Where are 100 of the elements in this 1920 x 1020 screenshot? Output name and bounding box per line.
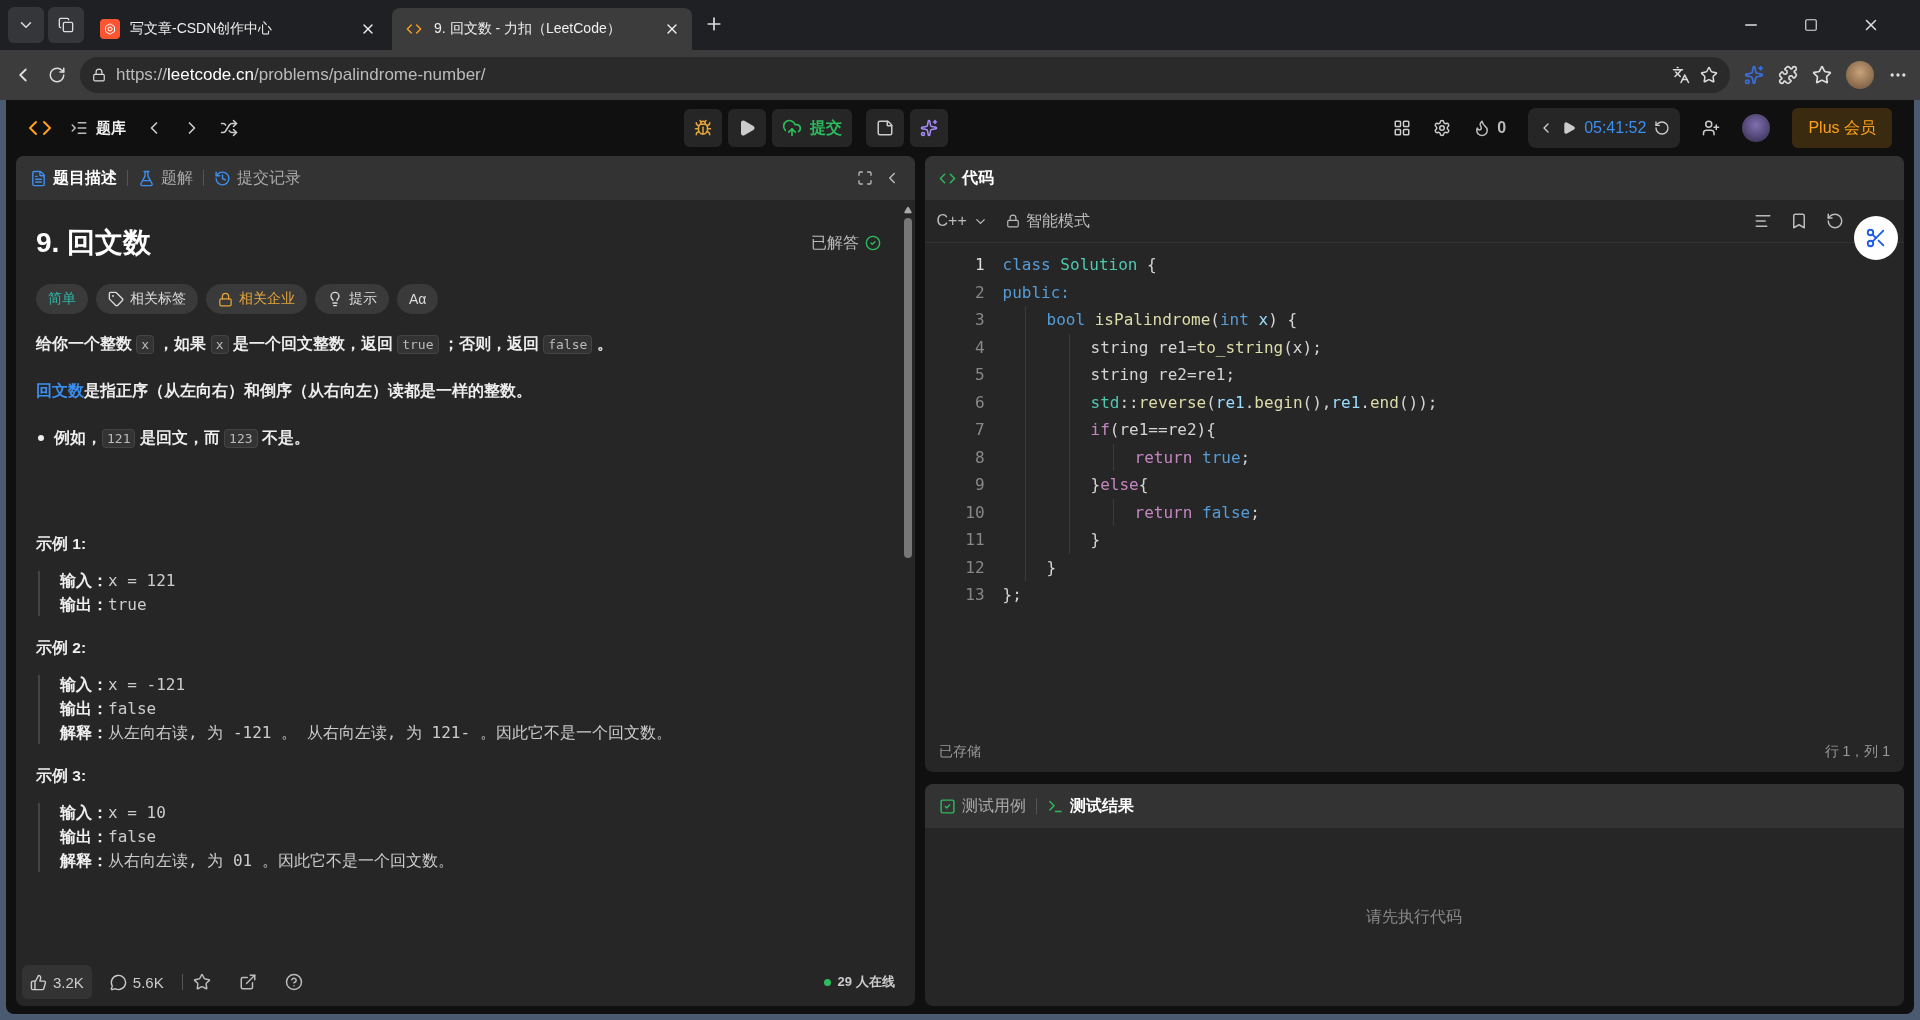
favorites-icon[interactable] [1812,65,1832,85]
layout-icon[interactable] [1393,119,1412,137]
line-number: 7 [974,419,985,441]
language-select[interactable]: C++ [936,212,988,230]
browser-tab[interactable]: 写文章-CSDN创作中心 [88,8,388,50]
profile-avatar[interactable] [1846,61,1874,89]
thumbs-up-icon [30,973,47,991]
line-number: 11 [965,529,985,551]
reload-icon[interactable] [48,66,66,84]
sparkles-icon [919,119,938,137]
panel-tab[interactable]: 测试用例 [938,795,1026,817]
example-line: 输出：true [60,595,148,617]
read-aloud-icon[interactable] [1672,66,1690,84]
checkbox-icon [938,797,956,815]
line-number: 13 [965,584,985,606]
example-title: 示例 3: [36,766,88,787]
streak-count: 0 [1497,119,1507,137]
tag-chip[interactable]: 相关标签 [96,284,198,314]
bookmark-icon[interactable] [1790,212,1808,230]
code-line: public: [1002,281,1071,304]
line-number: 8 [974,446,985,469]
panel-tab[interactable]: 测试结果 [1046,795,1134,817]
panel-tab[interactable]: 题解 [138,167,193,189]
play-icon[interactable] [1562,121,1577,135]
favorite-icon[interactable] [192,973,211,991]
empty-message: 请先执行代码 [1366,906,1463,927]
line-number: 2 [974,281,985,304]
code-line: class Solution { [1002,254,1158,276]
format-icon[interactable] [1754,212,1772,230]
example-line: 输入：x = 121 [60,571,177,593]
mode-label[interactable]: 智能模式 [1025,210,1090,232]
reset-icon[interactable] [1654,120,1671,136]
workspaces-button[interactable] [48,7,84,43]
code-line: string re2=re1; [1090,364,1237,386]
code-line: std::reverse(re1.begin(),re1.end()); [1090,391,1439,414]
code-line: }; [1002,584,1023,606]
online-dot-icon [824,978,832,986]
line-number: 3 [974,309,985,331]
add-user-icon[interactable] [1702,119,1721,137]
list-icon[interactable] [70,119,88,137]
saved-status: 已存储 [938,743,981,761]
cut-button[interactable] [1854,216,1898,260]
comments-button[interactable]: 5.6K [101,965,172,999]
panel-tab[interactable]: 代码 [938,167,994,189]
cursor-position: 行 1，列 1 [1824,743,1890,761]
bug-icon [693,119,712,137]
line-number: 12 [965,556,985,579]
settings-icon[interactable] [1433,119,1452,137]
example-line: 解释：从左向右读, 为 -121 。 从右向左读, 为 121- 。因此它不是一个回文数。 [60,723,673,745]
timer[interactable]: 05:41:52 [1528,108,1681,148]
problem-list-link[interactable]: 题库 [96,118,126,138]
maximize-icon[interactable] [1804,18,1818,32]
tag-chip[interactable]: 提示 [315,284,389,314]
tag-icon [108,291,124,307]
cloud-upload-icon [781,118,802,138]
example-title: 示例 1: [36,534,88,555]
note-icon [875,119,894,137]
tab-title: 9. 回文数 - 力扣（LeetCode） [434,20,622,38]
panel-tab[interactable]: 提交记录 [214,167,301,189]
like-button[interactable]: 3.2K [22,965,92,999]
debug-button[interactable] [683,109,722,147]
lock-icon [1005,214,1020,228]
code-line: } [1046,556,1058,579]
tag-chip[interactable]: Aα [397,284,439,314]
comment-icon [109,973,127,991]
term-link[interactable]: 回文数 [36,381,84,399]
tab-title: 写文章-CSDN创作中心 [130,20,274,38]
example-line: 输入：x = -121 [60,675,187,697]
scroll-up-icon[interactable] [903,206,912,214]
code-line: return false; [1134,501,1261,524]
example-title: 示例 2: [36,638,88,659]
tag-chip[interactable]: 相关企业 [206,284,307,314]
check-circle-icon [864,235,881,251]
run-button[interactable] [727,109,766,147]
share-icon[interactable] [238,973,257,991]
line-number: 4 [974,336,985,359]
problem-title: 9. 回文数 [36,226,152,260]
code-line: }else{ [1090,474,1150,496]
workspaces-icon [58,17,74,33]
lightbulb-icon [327,291,343,307]
shuffle-icon[interactable] [220,119,238,137]
panel-tab[interactable]: 题目描述 [30,167,117,189]
fullscreen-icon[interactable] [856,170,873,186]
scrollbar-thumb[interactable] [903,218,912,558]
lock-icon [92,68,106,82]
help-icon[interactable] [284,973,303,991]
favorite-icon[interactable] [1700,66,1718,84]
browser-tab[interactable]: 9. 回文数 - 力扣（LeetCode） [392,8,692,50]
ai-button[interactable] [909,109,948,147]
address-bar[interactable]: https://leetcode.cn/problems/palindrome-number/ [80,57,1730,93]
note-button[interactable] [865,109,904,147]
bullet-item: 例如， 121 是回文，而 123 不是。 [54,427,310,450]
tag-chip[interactable]: 简单 [36,284,88,314]
line-number: 1 [974,254,985,276]
submit-button[interactable]: 提交 [771,109,852,147]
user-avatar[interactable] [1742,114,1771,142]
example-line: 输入：x = 10 [60,803,167,825]
plus-membership-button[interactable]: Plus 会员 [1792,108,1892,148]
extensions-icon[interactable] [1778,65,1798,85]
reset-icon[interactable] [1826,212,1844,230]
